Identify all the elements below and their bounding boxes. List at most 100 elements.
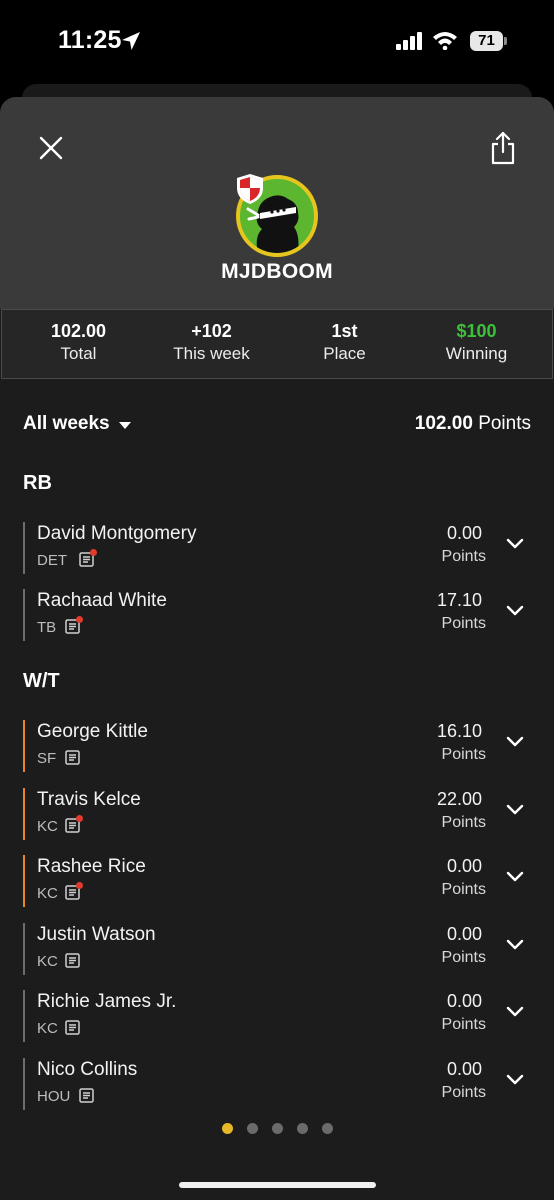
page-dot[interactable] — [297, 1123, 308, 1134]
cellular-signal-icon — [396, 32, 422, 50]
page-dot[interactable] — [247, 1123, 258, 1134]
news-alert-dot — [76, 616, 83, 623]
player-name: Rachaad White — [37, 590, 167, 611]
player-row[interactable]: David Montgomery DET 0.00 Points — [0, 522, 554, 574]
player-row-indicator — [23, 787, 25, 840]
player-name: George Kittle — [37, 721, 148, 742]
player-row[interactable]: Richie James Jr. KC 0.00 Points — [0, 990, 554, 1042]
shield-badge-icon — [237, 174, 263, 204]
page-dot[interactable] — [322, 1123, 333, 1134]
share-icon[interactable] — [488, 130, 518, 166]
chevron-down-icon[interactable] — [506, 804, 524, 816]
sheet-header: MJDBOOM — [0, 97, 554, 309]
player-points-label: Points — [441, 1016, 486, 1033]
player-name: Travis Kelce — [37, 788, 141, 810]
player-team: DET — [37, 552, 67, 569]
chevron-down-icon[interactable] — [506, 871, 524, 883]
player-points: 0.00 — [446, 523, 482, 543]
chevron-down-icon[interactable] — [506, 605, 524, 617]
stat-label: Winning — [445, 344, 508, 363]
player-row[interactable]: Justin Watson KC 0.00 Points — [0, 922, 554, 975]
stat-place: 1st Place — [278, 320, 411, 366]
page-dot[interactable] — [222, 1123, 233, 1134]
player-points-label: Points — [441, 881, 486, 898]
player-row[interactable]: George Kittle SF 16.10 Points — [0, 720, 554, 772]
team-detail-sheet: MJDBOOM 102.00 Total +102 This week 1st … — [0, 97, 554, 1200]
player-points-label: Points — [441, 615, 486, 632]
status-time: 11:25 — [58, 26, 122, 54]
stat-winning: $100 Winning — [410, 320, 543, 366]
stat-value: $100 — [456, 321, 497, 341]
chevron-down-icon[interactable] — [506, 538, 524, 550]
status-bar: 11:25 71 — [0, 0, 554, 84]
stats-bar: 102.00 Total +102 This week 1st Place $1… — [1, 309, 553, 379]
player-row-indicator — [23, 922, 25, 975]
player-name: Richie James Jr. — [37, 991, 177, 1012]
section-title: W/T — [23, 670, 60, 692]
player-row[interactable]: Rachaad White TB 17.10 Points — [0, 589, 554, 641]
player-row[interactable]: Rashee Rice KC 0.00 Points — [0, 855, 554, 907]
player-points: 16.10 — [436, 721, 482, 741]
player-points-label: Points — [441, 813, 486, 831]
player-row-indicator — [23, 855, 25, 907]
news-alert-dot — [76, 814, 83, 822]
stat-label: This week — [173, 344, 250, 363]
stat-label: Total — [60, 344, 97, 363]
total-points: 102.00 Points — [415, 413, 531, 435]
chevron-down-icon[interactable] — [506, 1006, 524, 1018]
player-row[interactable]: Travis Kelce KC 22.00 Points — [0, 787, 554, 840]
stat-value: 102.00 — [50, 321, 107, 341]
player-name: David Montgomery — [37, 523, 197, 544]
news-icon[interactable] — [79, 1087, 94, 1103]
player-row[interactable]: Nico Collins HOU 0.00 Points — [0, 1057, 554, 1110]
player-points-label: Points — [441, 948, 486, 966]
player-points-label: Points — [441, 1083, 486, 1101]
player-points-label: Points — [441, 746, 486, 763]
page-indicator — [0, 1123, 554, 1135]
chevron-down-icon[interactable] — [506, 939, 524, 951]
stat-total: 102.00 Total — [12, 320, 145, 366]
player-name: Justin Watson — [37, 923, 156, 945]
player-points: 0.00 — [446, 856, 482, 876]
player-points: 0.00 — [446, 1058, 482, 1079]
news-icon[interactable] — [65, 1020, 80, 1035]
news-alert-dot — [90, 549, 97, 556]
player-team: KC — [37, 817, 58, 835]
weeks-filter-row: All weeks 102.00 Points — [0, 413, 554, 443]
weeks-dropdown-label: All weeks — [23, 413, 110, 434]
player-team: KC — [37, 885, 58, 902]
battery-level: 71 — [470, 31, 503, 51]
stat-this-week: +102 This week — [145, 320, 278, 366]
chevron-down-icon[interactable] — [506, 1074, 524, 1086]
player-points: 0.00 — [446, 991, 482, 1011]
news-icon[interactable] — [65, 952, 80, 968]
player-team: KC — [37, 952, 58, 970]
player-team: TB — [37, 619, 57, 636]
news-alert-dot — [76, 882, 83, 889]
page-dot[interactable] — [272, 1123, 283, 1134]
player-points: 0.00 — [446, 923, 482, 944]
location-arrow-icon — [122, 32, 140, 50]
player-team: KC — [37, 1020, 58, 1037]
section-title: RB — [23, 472, 52, 494]
wifi-icon — [433, 32, 457, 50]
player-name: Rashee Rice — [37, 856, 146, 877]
chevron-down-icon[interactable] — [506, 736, 524, 748]
weeks-dropdown[interactable]: All weeks — [23, 413, 110, 435]
player-points-label: Points — [441, 548, 486, 565]
total-points-value: 102.00 — [414, 413, 473, 434]
player-team: HOU — [37, 1087, 71, 1105]
news-icon[interactable] — [65, 750, 80, 765]
stat-value: +102 — [191, 321, 232, 341]
player-row-indicator — [23, 1057, 25, 1110]
player-points: 22.00 — [436, 788, 482, 809]
stat-value: 1st — [331, 321, 358, 341]
battery-icon: 71 — [470, 31, 507, 51]
player-row-indicator — [23, 720, 25, 772]
player-points: 17.10 — [436, 590, 482, 610]
total-points-unit: Points — [478, 413, 531, 434]
player-row-indicator — [23, 522, 25, 574]
caret-down-icon[interactable] — [119, 422, 131, 429]
player-team: SF — [37, 750, 57, 767]
close-icon[interactable] — [36, 133, 66, 163]
